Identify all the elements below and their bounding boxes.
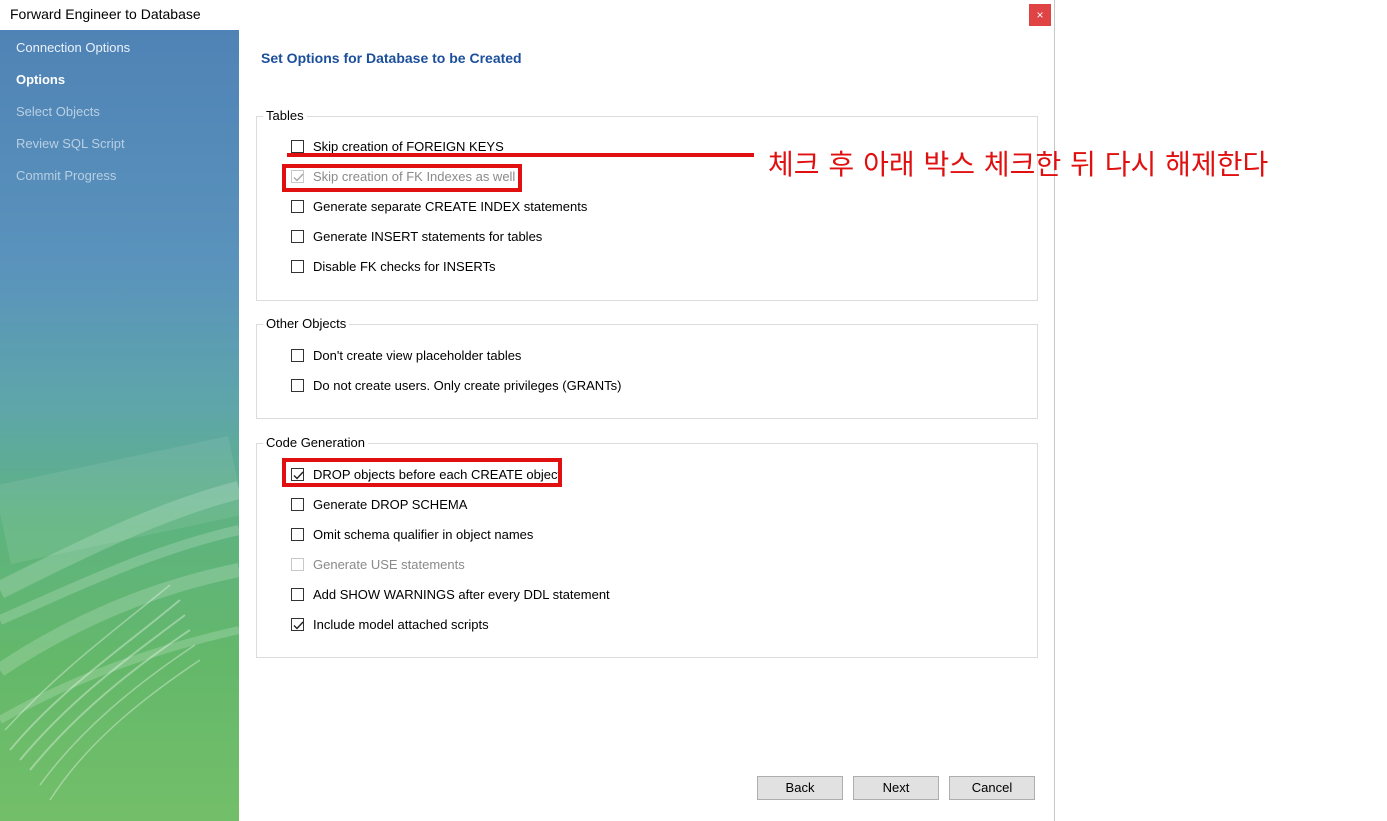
checkbox[interactable]: [291, 618, 304, 631]
sidebar-item-commit-progress: Commit Progress: [16, 168, 117, 183]
checkbox[interactable]: [291, 379, 304, 392]
highlight-box-drop-objects: [282, 458, 562, 487]
option-label: Generate USE statements: [313, 557, 465, 572]
check-icon: [293, 621, 304, 630]
option-label: Don't create view placeholder tables: [313, 348, 522, 363]
option-label: Include model attached scripts: [313, 617, 489, 632]
group-label-tables: Tables: [263, 108, 307, 123]
annotation-line: [287, 153, 754, 157]
checkbox[interactable]: [291, 200, 304, 213]
annotation-text: 체크 후 아래 박스 체크한 뒤 다시 해제한다: [768, 148, 1269, 181]
checkbox[interactable]: [291, 498, 304, 511]
next-button[interactable]: Next: [853, 776, 939, 800]
back-button[interactable]: Back: [757, 776, 843, 800]
highlight-box-fk-indexes: [282, 164, 522, 192]
page-title: Set Options for Database to be Created: [261, 50, 522, 66]
wizard-sidebar: Connection Options Options Select Object…: [0, 30, 239, 821]
group-label-other-objects: Other Objects: [263, 316, 350, 331]
checkbox[interactable]: [291, 349, 304, 362]
group-label-code-generation: Code Generation: [263, 435, 369, 450]
checkbox[interactable]: [291, 528, 304, 541]
sidebar-item-review-sql-script: Review SQL Script: [16, 136, 125, 151]
title-bar: Forward Engineer to Database ×: [0, 0, 1054, 30]
checkbox[interactable]: [291, 260, 304, 273]
option-label: Do not create users. Only create privile…: [313, 378, 622, 393]
option-label: Omit schema qualifier in object names: [313, 527, 534, 542]
option-label: Generate INSERT statements for tables: [313, 229, 543, 244]
option-label: Disable FK checks for INSERTs: [313, 259, 496, 274]
sidebar-item-connection-options: Connection Options: [16, 40, 131, 55]
sidebar-item-select-objects: Select Objects: [16, 104, 100, 119]
close-icon: ×: [1036, 8, 1044, 22]
option-label: Add SHOW WARNINGS after every DDL statem…: [313, 587, 610, 602]
dialog-window: Forward Engineer to Database × Connectio…: [0, 0, 1055, 821]
cancel-button[interactable]: Cancel: [949, 776, 1035, 800]
option-label: Generate separate CREATE INDEX statement…: [313, 199, 588, 214]
checkbox[interactable]: [291, 140, 304, 153]
window-title: Forward Engineer to Database: [10, 6, 201, 22]
option-label: Generate DROP SCHEMA: [313, 497, 468, 512]
checkbox[interactable]: [291, 588, 304, 601]
checkbox[interactable]: [291, 230, 304, 243]
close-button[interactable]: ×: [1029, 4, 1051, 26]
checkbox[interactable]: [291, 558, 304, 571]
other-objects-group: Other Objects Don't create view placehol…: [256, 316, 1038, 419]
option-label: Skip creation of FOREIGN KEYS: [313, 139, 504, 154]
sidebar-item-options: Options: [16, 72, 66, 87]
